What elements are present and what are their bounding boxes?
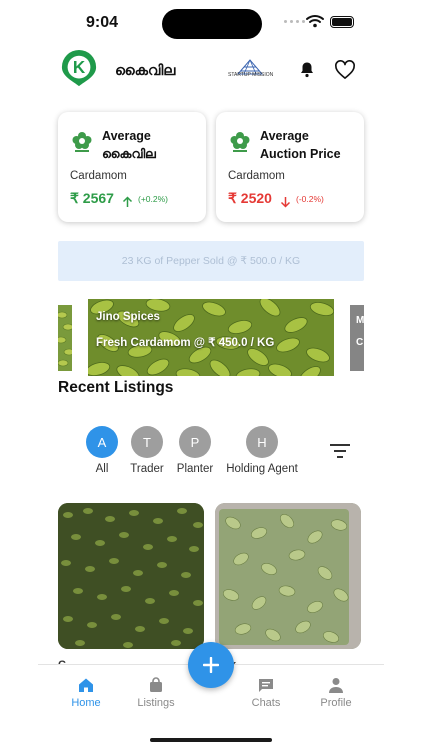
average-kaivila-card[interactable]: Average കൈവില Cardamom ₹ 2567 (+0.2%) [58, 112, 206, 222]
app-logo: K [61, 50, 97, 87]
average-auction-price-card[interactable]: Average Auction Price Cardamom ₹ 2520 (-0… [216, 112, 364, 222]
dynamic-island [162, 9, 262, 39]
card-crop: Cardamom [228, 170, 285, 182]
card-title: Average Auction Price [260, 129, 341, 161]
filter-all[interactable]: A All [84, 426, 120, 475]
arrow-up-icon [122, 196, 133, 207]
status-time: 9:04 [86, 14, 119, 31]
banner-seller: Jino Spices [96, 311, 160, 323]
flower-icon [230, 132, 250, 152]
listing-card[interactable] [215, 503, 361, 649]
flower-icon [72, 132, 92, 152]
app-title: കൈവില [115, 62, 176, 78]
carousel-prev-peek[interactable] [58, 305, 72, 371]
recent-listings-title: Recent Listings [58, 379, 174, 396]
card-price: ₹ 2520 [228, 190, 272, 206]
listing-image [58, 503, 204, 649]
logo-letter: K [73, 58, 86, 77]
signal-icon [284, 20, 305, 23]
home-icon [79, 678, 93, 692]
nav-profile[interactable]: Profile [306, 677, 366, 709]
heart-icon[interactable] [334, 60, 356, 80]
person-icon [329, 678, 343, 693]
card-change: (-0.2%) [296, 194, 324, 204]
arrow-down-icon [280, 197, 291, 208]
card-crop: Cardamom [70, 170, 127, 182]
battery-icon [330, 16, 354, 28]
card-title: Average കൈവില [102, 129, 156, 161]
filter-trader[interactable]: T Trader [129, 426, 165, 475]
carousel-banner[interactable]: Jino Spices Fresh Cardamom @ ₹ 450.0 / K… [88, 299, 334, 376]
filter-sort-icon[interactable] [330, 444, 350, 458]
chat-icon [259, 679, 273, 692]
listing-image [215, 503, 361, 649]
nav-home[interactable]: Home [56, 677, 116, 709]
sales-ticker: 23 KG of Pepper Sold @ ₹ 500.0 / KG [58, 241, 364, 281]
home-indicator [150, 738, 272, 742]
banner-offer: Fresh Cardamom @ ₹ 450.0 / KG [96, 337, 275, 349]
filter-holding-agent[interactable]: H Holding Agent [222, 426, 302, 475]
filter-planter[interactable]: P Planter [175, 426, 215, 475]
partner-logo-text: STARTUP MISSION [228, 72, 274, 78]
shopping-bag-icon [150, 677, 162, 692]
card-change: (+0.2%) [138, 194, 168, 204]
bell-icon[interactable] [299, 61, 315, 78]
add-listing-button[interactable] [188, 642, 234, 688]
ticker-text: 23 KG of Pepper Sold @ ₹ 500.0 / KG [121, 255, 301, 267]
card-price: ₹ 2567 [70, 190, 114, 206]
carousel-next-peek[interactable]: M C [350, 305, 364, 371]
nav-chats[interactable]: Chats [236, 677, 296, 709]
nav-listings[interactable]: Listings [126, 677, 186, 709]
plus-icon [203, 657, 219, 673]
wifi-icon [306, 15, 324, 28]
listing-card[interactable] [58, 503, 204, 649]
